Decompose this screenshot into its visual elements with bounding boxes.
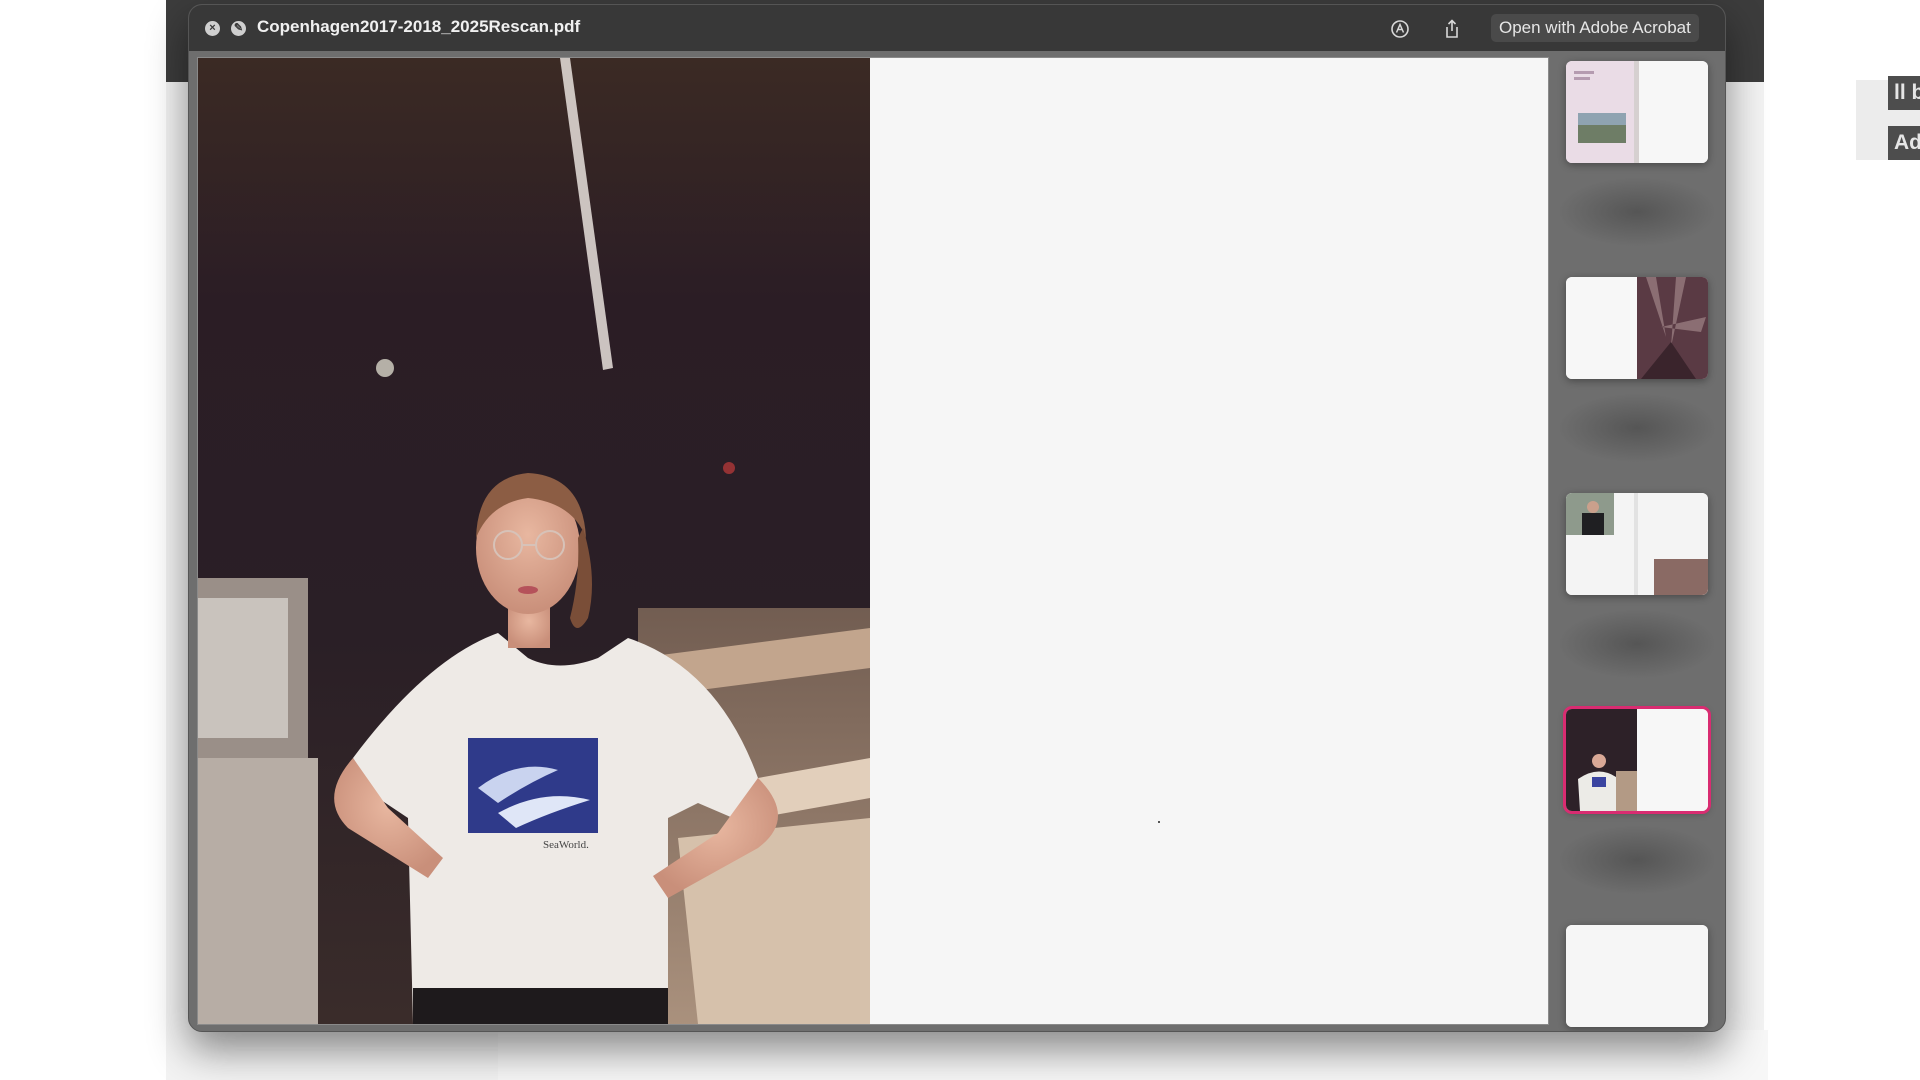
sidebar-shadow [1557, 825, 1717, 895]
page-thumbnail-5[interactable] [1566, 925, 1708, 1027]
page-thumbnail-2[interactable] [1566, 277, 1708, 379]
document-title: Copenhagen2017-2018_2025Rescan.pdf [257, 17, 581, 36]
shirt-print-text: SeaWorld. [543, 839, 589, 851]
quick-look-window: × ✎ Copenhagen2017-2018_2025Rescan.pdf O… [188, 4, 1726, 1032]
page-thumbnail-4[interactable] [1566, 709, 1708, 811]
pen-circle-icon[interactable]: ✎ [231, 21, 246, 36]
pdf-page-spread[interactable]: SeaWorld. [197, 57, 1549, 1025]
share-icon[interactable] [1441, 18, 1463, 40]
sidebar-shadow [1557, 177, 1717, 247]
markup-tool-icon[interactable] [1389, 18, 1411, 40]
thumbnail-sidebar[interactable] [1557, 57, 1717, 1027]
page-thumbnail-1[interactable] [1566, 61, 1708, 163]
background-app-label-2[interactable]: Add [1888, 126, 1920, 160]
background-app-label-1: ll by [1888, 76, 1920, 110]
page-speck [1158, 821, 1160, 823]
page-photo: SeaWorld. [198, 58, 870, 1024]
title-bar: × ✎ Copenhagen2017-2018_2025Rescan.pdf O… [189, 5, 1725, 51]
sidebar-shadow [1557, 393, 1717, 463]
close-icon[interactable]: × [205, 21, 220, 36]
sidebar-shadow [1557, 609, 1717, 679]
page-thumbnail-3[interactable] [1566, 493, 1708, 595]
open-with-acrobat-button[interactable]: Open with Adobe Acrobat [1491, 14, 1699, 42]
background-page-sheet [498, 1030, 1768, 1080]
